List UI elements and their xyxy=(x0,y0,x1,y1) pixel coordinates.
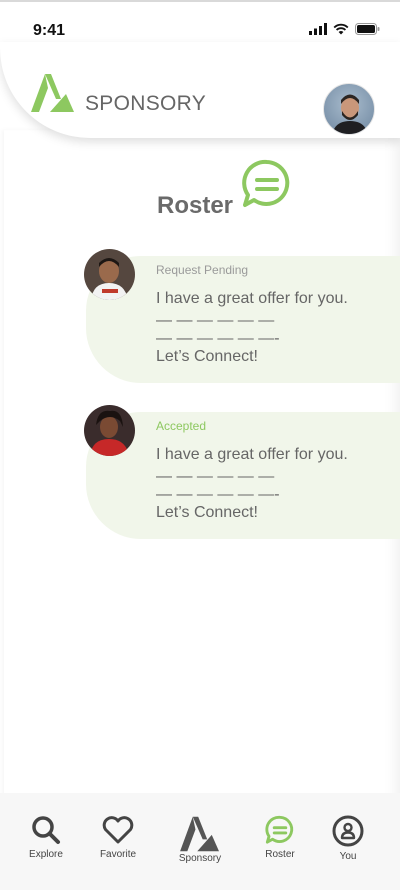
chat-bubble-icon xyxy=(242,159,290,207)
chat-icon xyxy=(265,815,294,844)
avatar-person-icon xyxy=(332,94,368,134)
sponsory-logo-icon xyxy=(180,816,219,852)
offer-message: I have a great offer for you. xyxy=(156,290,348,307)
nav-you[interactable]: You xyxy=(316,815,380,862)
nav-roster[interactable]: Roster xyxy=(248,815,312,860)
placeholder-line: — — — — — — xyxy=(156,312,275,329)
status-time: 9:41 xyxy=(33,22,66,39)
placeholder-line: — — — — — —- xyxy=(156,330,280,347)
phone-screen: 9:41 SPONSORY Roster Request Pending I h… xyxy=(0,0,400,890)
nav-sponsory[interactable]: Sponsory xyxy=(168,815,232,864)
user-avatar[interactable] xyxy=(323,83,375,135)
nav-label: Explore xyxy=(29,849,63,860)
battery-icon xyxy=(355,23,380,35)
page-title: Roster xyxy=(157,192,234,219)
sponsory-logo-icon xyxy=(31,74,74,112)
wifi-icon xyxy=(333,23,349,35)
placeholder-line: — — — — — —- xyxy=(156,486,280,503)
cellular-signal-icon xyxy=(309,23,327,35)
profile-icon xyxy=(332,815,364,847)
athlete-avatar[interactable] xyxy=(84,249,135,300)
nav-label: Sponsory xyxy=(178,853,222,864)
nav-label: Roster xyxy=(265,849,295,860)
nav-label: You xyxy=(339,851,357,862)
offer-message: I have a great offer for you. xyxy=(156,446,348,463)
heart-icon xyxy=(102,816,134,844)
bottom-navigation: Explore Favorite Sponsory Roster You xyxy=(0,793,400,890)
connect-text: Let’s Connect! xyxy=(156,348,258,365)
athlete-avatar[interactable] xyxy=(84,405,135,456)
search-icon xyxy=(32,816,60,844)
brand-name: SPONSORY xyxy=(85,92,207,115)
request-status: Accepted xyxy=(156,419,207,433)
placeholder-line: — — — — — — xyxy=(156,468,275,485)
nav-label: Favorite xyxy=(99,849,137,860)
nav-explore[interactable]: Explore xyxy=(14,815,78,860)
athlete-photo-icon xyxy=(84,249,135,300)
nav-favorite[interactable]: Favorite xyxy=(86,815,150,860)
request-status: Request Pending xyxy=(156,263,249,277)
status-icons xyxy=(309,23,380,35)
app-header: SPONSORY xyxy=(0,42,400,138)
connect-text: Let’s Connect! xyxy=(156,504,258,521)
athlete-photo-icon xyxy=(84,405,135,456)
